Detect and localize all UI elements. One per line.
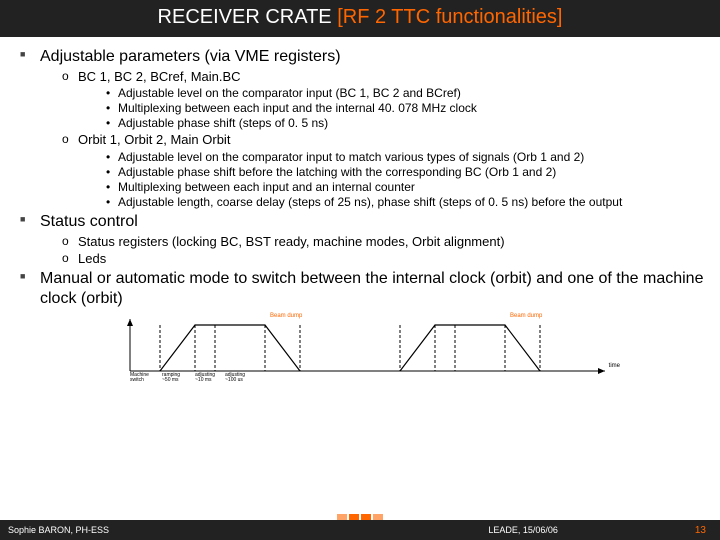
label-adjusting-100: adjusting ~100 us <box>225 373 245 383</box>
bc-bullet-mux: Multiplexing between each input and the … <box>106 101 706 116</box>
section-adjustable-params: Adjustable parameters (via VME registers… <box>40 47 706 67</box>
label-beam-dump-1: Beam dump <box>270 313 302 321</box>
group-orbit-heading: Orbit 1, Orbit 2, Main Orbit <box>78 132 230 147</box>
title-prefix: RECEIVER CRATE <box>158 6 338 28</box>
bc-bullet-level: Adjustable level on the comparator input… <box>106 86 706 101</box>
orbit-bullet-mux: Multiplexing between each input and an i… <box>106 180 706 195</box>
section-manual-auto-mode: Manual or automatic mode to switch betwe… <box>40 269 706 309</box>
status-registers: Status registers (locking BC, BST ready,… <box>62 234 706 250</box>
axis-time-label: time <box>609 363 620 371</box>
label-machine-switch: Machine switch <box>130 373 149 383</box>
timing-diagram: Beam dump Beam dump time Machine switch … <box>100 313 620 383</box>
label-adjusting-10: adjusting ~10 ms <box>195 373 215 383</box>
title-bar: RECEIVER CRATE [RF 2 TTC functionalities… <box>0 0 720 37</box>
footer-page-number: 13 <box>695 525 712 536</box>
orbit-bullet-phase: Adjustable phase shift before the latchi… <box>106 165 706 180</box>
slide: RECEIVER CRATE [RF 2 TTC functionalities… <box>0 0 720 540</box>
footer-mid: LEADE, 15/06/06 <box>351 525 694 535</box>
content: Adjustable parameters (via VME registers… <box>0 37 720 540</box>
label-ramping: ramping ~50 ms <box>162 373 180 383</box>
bc-bullet-phase: Adjustable phase shift (steps of 0. 5 ns… <box>106 116 706 131</box>
orbit-bullet-length: Adjustable length, coarse delay (steps o… <box>106 195 706 210</box>
footer: Sophie BARON, PH-ESS LEADE, 15/06/06 13 <box>0 520 720 540</box>
footer-author: Sophie BARON, PH-ESS <box>8 525 351 535</box>
title-suffix: [RF 2 TTC functionalities] <box>337 6 562 28</box>
group-bc-heading: BC 1, BC 2, BCref, Main.BC <box>78 69 241 84</box>
section-status-control: Status control <box>40 212 706 232</box>
orbit-bullet-level: Adjustable level on the comparator input… <box>106 150 706 165</box>
label-beam-dump-2: Beam dump <box>510 313 542 321</box>
status-leds: Leds <box>62 251 706 267</box>
